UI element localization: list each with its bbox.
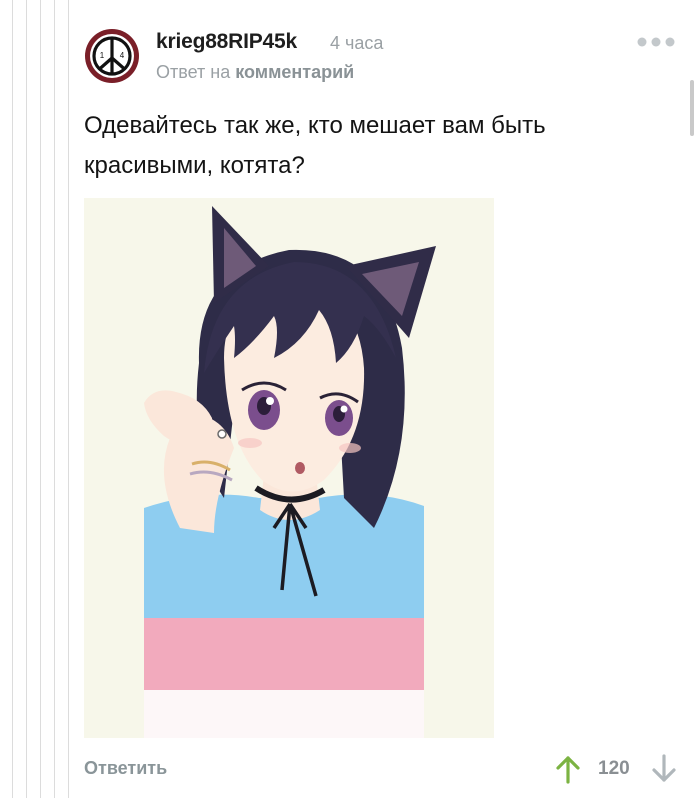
comment-image[interactable] (84, 198, 494, 738)
avatar-digit-left: 1 (100, 51, 105, 60)
more-dots-icon[interactable] (636, 36, 676, 48)
peace-sign-icon: 1 4 (85, 29, 139, 83)
reply-to-line: Ответ на комментарий (156, 62, 354, 83)
rating-count: 120 (598, 758, 630, 779)
comment-footer: Ответить 120 (84, 752, 684, 792)
comment-time: 4 часа (330, 33, 384, 53)
comment-header: 1 4 krieg88RIP45k 4 часа Ответ на коммен… (84, 24, 684, 88)
scrollbar[interactable] (690, 80, 694, 136)
upvote-arrow-icon[interactable] (556, 754, 580, 784)
avatar-digit-right: 4 (120, 51, 125, 60)
avatar[interactable]: 1 4 (84, 28, 140, 84)
thread-line[interactable] (26, 0, 27, 798)
reply-to-prefix: Ответ на (156, 62, 231, 82)
downvote-arrow-icon[interactable] (652, 754, 676, 784)
anime-catgirl-illustration-icon (84, 198, 494, 738)
thread-line[interactable] (68, 0, 69, 798)
reply-button[interactable]: Ответить (84, 758, 167, 779)
thread-line[interactable] (54, 0, 55, 798)
thread-line[interactable] (40, 0, 41, 798)
comment-thread-page: 1 4 krieg88RIP45k 4 часа Ответ на коммен… (0, 0, 700, 798)
reply-to-comment-link[interactable]: комментарий (235, 62, 354, 82)
author-name[interactable]: krieg88RIP45k (156, 30, 297, 54)
thread-line[interactable] (12, 0, 13, 798)
comment-text: Одевайтесь так же, кто мешает вам быть к… (84, 112, 546, 179)
comment: 1 4 krieg88RIP45k 4 часа Ответ на коммен… (84, 24, 684, 792)
